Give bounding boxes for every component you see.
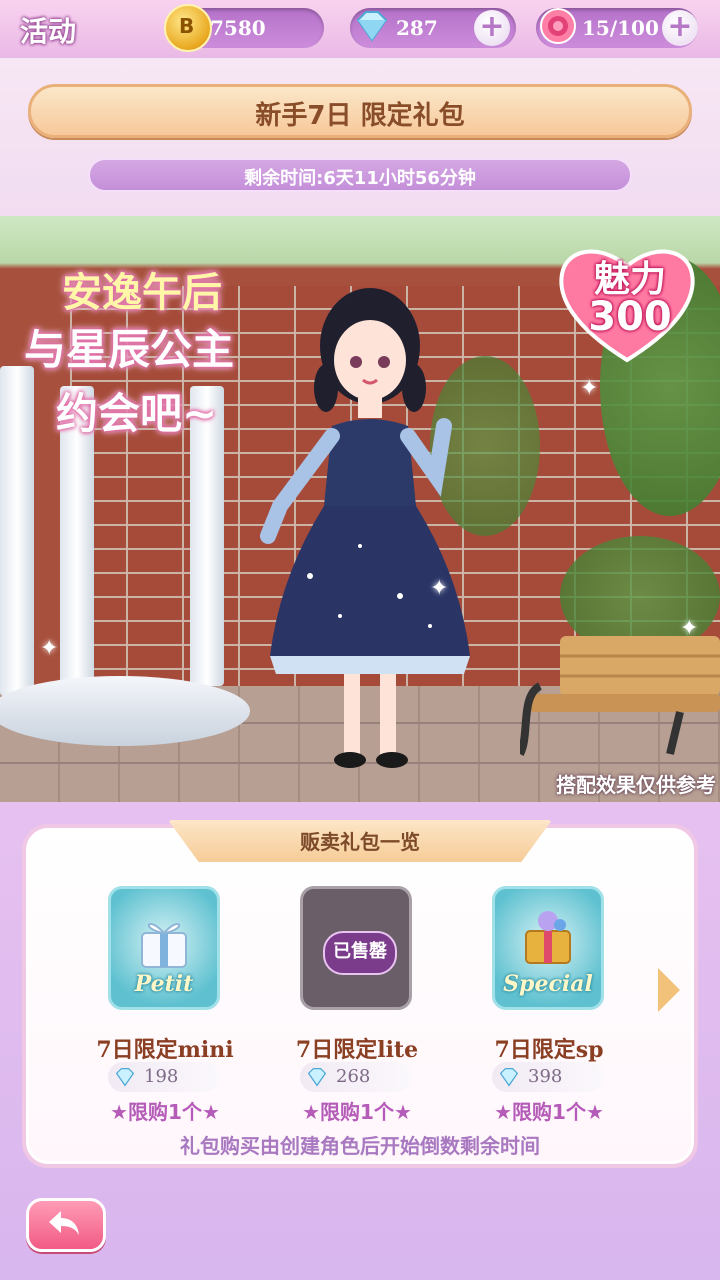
coin-counter: B 7580 — [164, 4, 324, 52]
gift-pack-sp[interactable]: Special 7日限定sp 398 ★限购1个★ — [454, 886, 644, 1126]
gift-pack-image: Petit — [108, 886, 220, 1010]
slogan-line-1: 安逸午后 — [62, 270, 222, 316]
pack-badge-word: Special — [503, 971, 593, 997]
panel-title-tab: 贩卖礼包一览 — [168, 820, 552, 862]
event-title: 新手7日 限定礼包 — [255, 101, 465, 131]
coin-icon: B — [164, 4, 212, 52]
gift-pack-mini[interactable]: Petit 7日限定mini 198 ★限购1个★ — [70, 886, 260, 1126]
back-arrow-icon — [49, 1211, 79, 1235]
countdown-bar: 剩余时间:6天11小时56分钟 — [88, 158, 632, 192]
top-bar: 活动 B 7580 287 + 15/100 + — [0, 0, 720, 58]
pack-price: 198 — [108, 1062, 220, 1092]
charm-value: 300 — [588, 294, 672, 340]
add-gems-button[interactable]: + — [474, 10, 510, 46]
sparkle-icon: ✦ — [40, 636, 59, 661]
pack-limit: ★限购1个★ — [302, 1100, 412, 1124]
rose-icon — [536, 4, 580, 48]
gift-box-icon — [141, 923, 187, 968]
gift-box-icon — [525, 911, 571, 964]
diamond-icon — [499, 1068, 519, 1087]
next-page-arrow-icon[interactable] — [658, 968, 680, 1012]
pack-price-value: 268 — [336, 1066, 371, 1087]
pack-limit: ★限购1个★ — [110, 1100, 220, 1124]
sparkle-icon: ✦ — [680, 616, 699, 641]
pack-price: 398 — [492, 1062, 604, 1092]
diamond-icon — [115, 1068, 135, 1087]
gift-pack-image: Special — [492, 886, 604, 1010]
diamond-icon — [307, 1068, 327, 1087]
gift-pack-lite[interactable]: 已售罄 7日限定lite 268 ★限购1个★ — [262, 886, 452, 1126]
stamina-value: 15/100 — [582, 16, 659, 40]
pack-limit: ★限购1个★ — [494, 1100, 604, 1124]
charm-badge: 魅力 300 — [552, 236, 702, 366]
sparkle-icon: ✦ — [430, 576, 449, 601]
gift-pack-image: 已售罄 — [300, 886, 412, 1010]
event-banner: 新手7日 限定礼包 — [28, 84, 692, 138]
pack-name: 7日限定sp — [494, 1037, 604, 1063]
gem-value: 287 — [396, 16, 438, 40]
slogan-line-3: 约会吧~ — [56, 389, 218, 438]
diamond-icon — [350, 4, 394, 48]
pack-price: 268 — [300, 1062, 412, 1092]
preview-disclaimer: 搭配效果仅供参考 — [556, 773, 716, 797]
outfit-preview-scene: 安逸午后 与星辰公主 约会吧~ 魅力 300 ✦ ✦ ✦ ✦ 搭配效果仅供参考 — [0, 216, 720, 802]
pack-price-value: 398 — [528, 1066, 563, 1087]
pack-badge-word: Petit — [134, 971, 194, 997]
slogan-line-2: 与星辰公主 — [24, 325, 235, 374]
sparkle-icon: ✦ — [580, 376, 599, 401]
coin-value: 7580 — [210, 16, 266, 40]
countdown-text: 剩余时间:6天11小时56分钟 — [244, 168, 476, 189]
pack-price-value: 198 — [144, 1066, 179, 1087]
character-avatar — [260, 288, 470, 768]
purchase-note: 礼包购买由创建角色后开始倒数剩余时间 — [180, 1134, 540, 1158]
screen-title: 活动 — [20, 15, 77, 48]
pack-name: 7日限定lite — [295, 1037, 419, 1063]
back-button[interactable] — [26, 1198, 106, 1252]
add-stamina-button[interactable]: + — [662, 10, 698, 46]
panel-title: 贩卖礼包一览 — [300, 830, 420, 854]
pack-name: 7日限定mini — [96, 1037, 234, 1063]
sold-out-badge: 已售罄 — [323, 931, 397, 975]
